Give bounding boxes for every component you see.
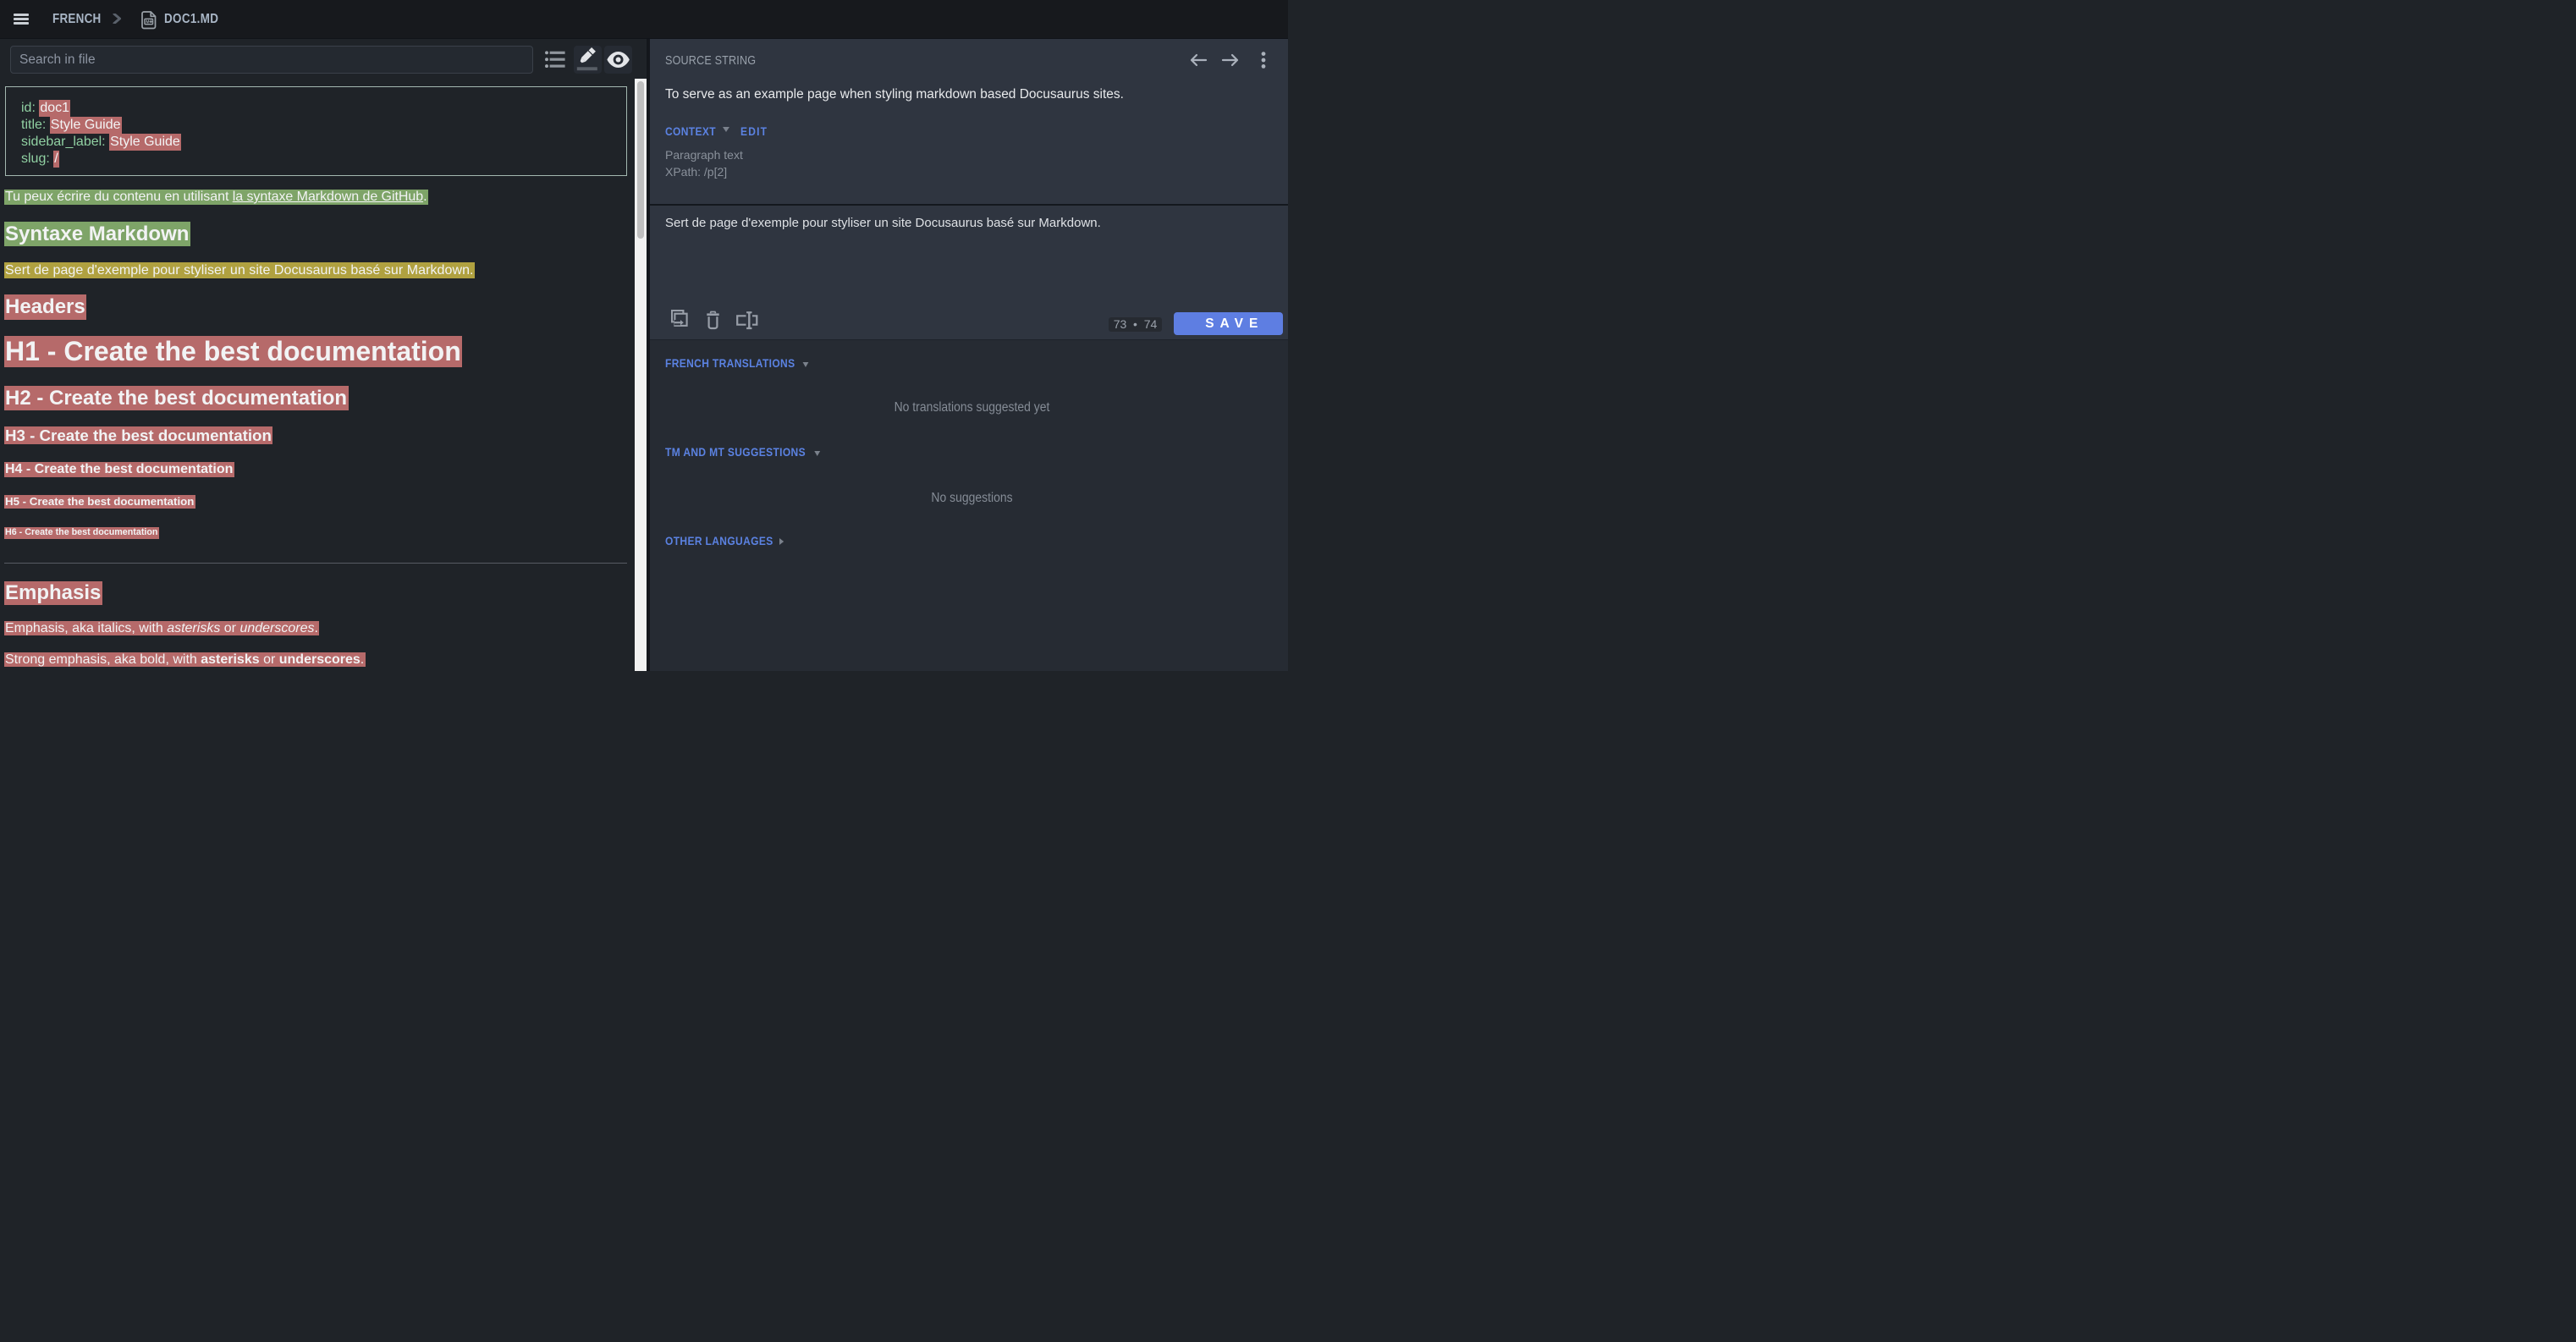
- svg-text:M: M: [146, 19, 149, 25]
